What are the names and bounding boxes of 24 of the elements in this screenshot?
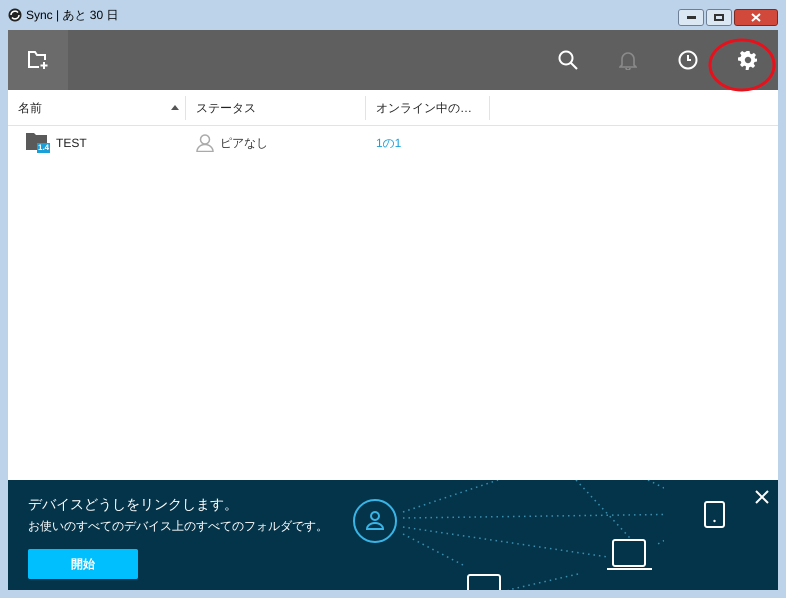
app-logo-icon (8, 8, 22, 22)
window-title: Sync | あと 30 日 (26, 7, 118, 24)
tablet-icon (704, 501, 725, 528)
person-icon (196, 134, 214, 152)
minimize-button[interactable] (678, 9, 704, 26)
close-icon[interactable] (755, 490, 769, 504)
column-header[interactable]: オンライン中の… (366, 96, 490, 120)
folder-plus-icon (27, 50, 49, 70)
clock-icon (678, 50, 698, 70)
bell-icon (619, 50, 637, 70)
banner-text: お使いのすべてのデバイス上のすべてのフォルダです。 (28, 518, 328, 535)
add-folder-button[interactable] (8, 30, 68, 90)
column-header[interactable]: 名前 (8, 96, 186, 120)
close-icon (751, 13, 761, 22)
search-icon (558, 50, 578, 70)
close-button[interactable] (734, 9, 778, 26)
banner-title: デバイスどうしをリンクします。 (28, 495, 239, 514)
folder-name: TEST (56, 135, 87, 152)
peer-status: ピアなし (220, 135, 268, 152)
settings-icon (738, 50, 758, 70)
column-header[interactable]: ステータス (186, 96, 366, 120)
version-badge: 1.4 (37, 143, 50, 153)
annotation-ellipse (708, 38, 776, 92)
maximize-button[interactable] (706, 9, 732, 26)
